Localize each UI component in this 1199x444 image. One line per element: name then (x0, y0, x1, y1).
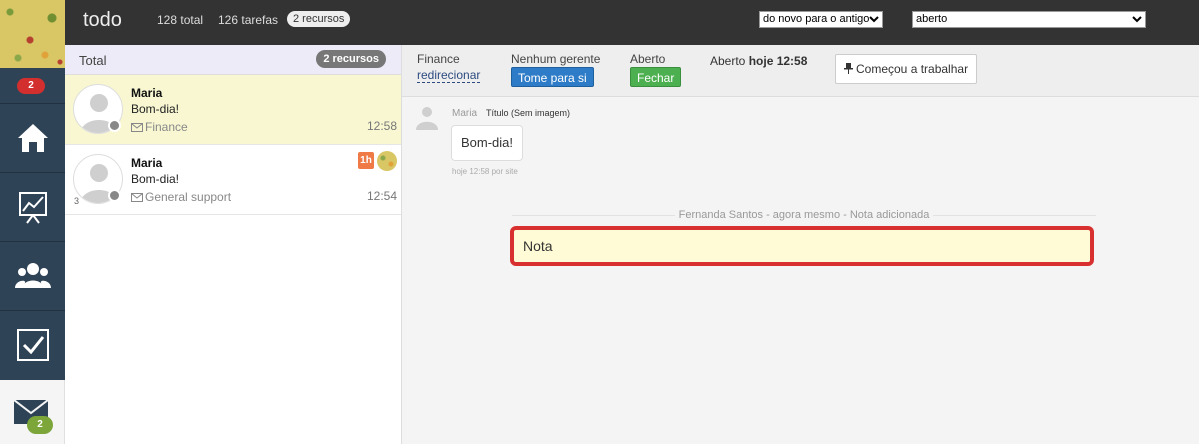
list-header: Total 2 recursos (65, 45, 401, 75)
ticket-row[interactable]: 3 Maria Bom-dia! General support 12:54 1… (65, 145, 401, 215)
chart-icon (18, 191, 47, 224)
ticket-author: Maria (131, 86, 163, 100)
note-card[interactable]: Nota (510, 226, 1094, 266)
ticket-queue: General support (131, 190, 231, 204)
ticket-time: 12:54 (366, 189, 397, 203)
agent-avatar (377, 151, 397, 171)
tasks-count[interactable]: 126 tarefas (218, 13, 278, 27)
chevron-down-icon (1132, 16, 1142, 23)
ticket-queue: Finance (131, 120, 188, 134)
opened-time: hoje 12:58 (748, 54, 808, 68)
nav-tasks[interactable] (0, 310, 65, 378)
sort-select-value: do novo para o antigo (763, 13, 870, 25)
message-subject: Título (Sem imagem) (486, 108, 571, 118)
mail-badge[interactable]: 2 (27, 416, 53, 434)
message-bubble: Bom-dia! (451, 125, 524, 161)
queue-label: Finance (417, 52, 460, 66)
chevron-down-icon (869, 16, 879, 23)
message-meta: hoje 12:58 por site (452, 167, 518, 176)
checkbox-icon (16, 328, 49, 361)
sort-select[interactable]: do novo para o antigo (759, 11, 883, 28)
total-count[interactable]: 128 total (157, 13, 203, 27)
page-title: todo (83, 9, 122, 31)
top-bar: todo 128 total 126 tarefas 2 recursos do… (65, 0, 1199, 45)
envelope-icon (131, 123, 143, 132)
close-ticket-button[interactable]: Fechar (630, 67, 682, 87)
left-rail: 2 2 (0, 0, 65, 444)
status-dot (108, 119, 121, 132)
ticket-row[interactable]: Maria Bom-dia! Finance 12:58 (65, 75, 401, 145)
list-count-badge: 2 recursos (316, 50, 386, 68)
ticket-list: Total 2 recursos Maria Bom-dia! Finance … (65, 45, 402, 444)
manager-label: Nenhum gerente (511, 52, 601, 66)
ticket-preview: Bom-dia! (131, 172, 180, 186)
ticket-detail: Finance redirecionar Nenhum gerente Tome… (402, 45, 1199, 444)
pin-icon (844, 63, 853, 74)
nav-reports[interactable] (0, 172, 65, 240)
envelope-icon (131, 193, 143, 202)
user-avatar-icon (416, 107, 438, 130)
ticket-number: 3 (74, 196, 80, 206)
nav-home[interactable] (0, 103, 65, 171)
app-logo[interactable] (0, 0, 65, 68)
note-meta-text: Fernanda Santos - agora mesmo - Nota adi… (674, 209, 934, 221)
ticket-time: 12:58 (366, 119, 397, 133)
ticket-queue-label: Finance (145, 120, 188, 134)
resources-pill[interactable]: 2 recursos (287, 11, 351, 27)
nav-users[interactable] (0, 241, 65, 309)
ticket-toolbar: Finance redirecionar Nenhum gerente Tome… (402, 45, 1199, 97)
ticket-queue-label: General support (145, 190, 232, 204)
home-icon (17, 123, 48, 152)
list-header-label: Total (79, 53, 107, 68)
message-author: Maria (452, 108, 478, 119)
note-meta: Fernanda Santos - agora mesmo - Nota adi… (512, 209, 1096, 221)
start-work-button[interactable]: Começou a trabalhar (835, 54, 978, 84)
take-ticket-button[interactable]: Tome para si (511, 67, 594, 87)
redirect-link[interactable]: redirecionar (417, 68, 481, 83)
team-icon (14, 262, 51, 288)
start-work-label: Começou a trabalhar (856, 62, 969, 76)
ticket-preview: Bom-dia! (131, 102, 180, 116)
status-select[interactable]: aberto (912, 11, 1146, 28)
status-label: Aberto (630, 52, 666, 66)
nav-mail[interactable] (0, 380, 65, 444)
opened-info: Aberto hoje 12:58 (710, 54, 807, 68)
app-window: 2 2 todo 128 total 126 tarefas 2 recurso… (0, 0, 1199, 444)
opened-label: Aberto (710, 54, 746, 68)
alert-badge[interactable]: 2 (17, 78, 45, 94)
status-dot (108, 189, 121, 202)
sla-badge: 1h (358, 152, 374, 169)
ticket-author: Maria (131, 156, 163, 170)
status-select-value: aberto (916, 13, 948, 25)
